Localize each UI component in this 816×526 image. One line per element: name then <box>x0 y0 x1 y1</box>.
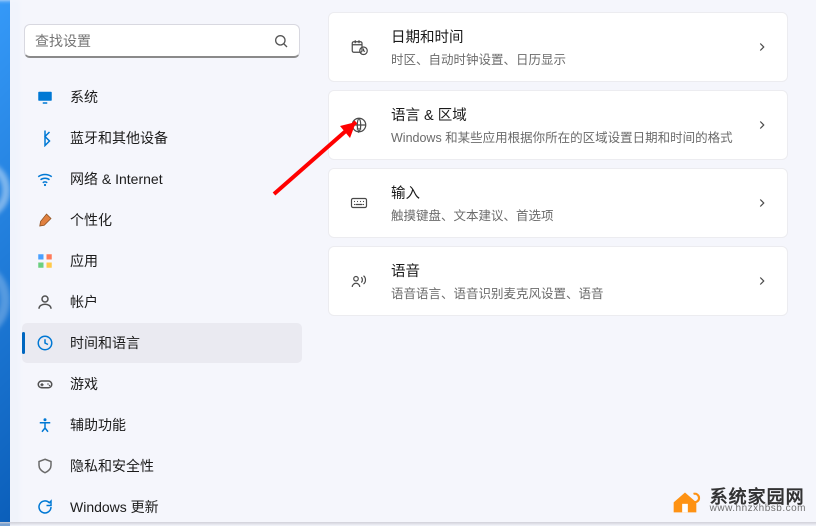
keyboard-icon <box>347 191 371 215</box>
sidebar-item-network[interactable]: 网络 & Internet <box>22 159 302 199</box>
account-icon <box>36 293 54 311</box>
watermark: 系统家园网 www.hnzxhbsb.com <box>668 484 806 518</box>
window-shadow <box>0 522 816 526</box>
sidebar-item-privacy[interactable]: 隐私和安全性 <box>22 446 302 486</box>
system-icon <box>36 88 54 106</box>
sidebar-item-gaming[interactable]: 游戏 <box>22 364 302 404</box>
settings-card-datetime[interactable]: 日期和时间时区、自动时钟设置、日历显示 <box>328 12 788 82</box>
sidebar-item-accessibility[interactable]: 辅助功能 <box>22 405 302 445</box>
sidebar-item-label: 应用 <box>70 251 98 271</box>
wifi-icon <box>36 170 54 188</box>
accessibility-icon <box>36 416 54 434</box>
card-text: 语言 & 区域 Windows 和某些应用根据你所在的区域设置日期和时间的格式 <box>391 104 755 146</box>
chevron-right-icon <box>755 40 769 54</box>
sidebar-item-apps[interactable]: 应用 <box>22 241 302 281</box>
chevron-right-icon <box>755 118 769 132</box>
sidebar-item-personalization[interactable]: 个性化 <box>22 200 302 240</box>
chevron-right-icon <box>755 196 769 210</box>
card-text: 日期和时间时区、自动时钟设置、日历显示 <box>391 26 755 68</box>
card-subtitle: Windows 和某些应用根据你所在的区域设置日期和时间的格式 <box>391 127 755 146</box>
settings-card-language-region[interactable]: 字语言 & 区域 Windows 和某些应用根据你所在的区域设置日期和时间的格式 <box>328 90 788 160</box>
settings-window: 系统蓝牙和其他设备网络 & Internet 个性化应用帐户时间和语言游戏辅助功能… <box>10 0 816 526</box>
brush-icon <box>36 211 54 229</box>
main-panel: 日期和时间时区、自动时钟设置、日历显示字语言 & 区域 Windows 和某些应用… <box>310 0 816 526</box>
card-subtitle: 时区、自动时钟设置、日历显示 <box>391 49 755 68</box>
sidebar-item-label: 游戏 <box>70 374 98 394</box>
sidebar-item-label: 辅助功能 <box>70 415 126 435</box>
sidebar-item-label: 隐私和安全性 <box>70 456 154 476</box>
apps-icon <box>36 252 54 270</box>
sidebar-item-label: 个性化 <box>70 210 112 230</box>
sidebar-item-label: 蓝牙和其他设备 <box>70 128 168 148</box>
card-title: 语音 <box>391 260 755 281</box>
update-icon <box>36 498 54 516</box>
sidebar-item-system[interactable]: 系统 <box>22 77 302 117</box>
card-title: 日期和时间 <box>391 26 755 47</box>
sidebar-item-label: 帐户 <box>70 292 98 312</box>
sidebar-item-label: 时间和语言 <box>70 333 140 353</box>
profile-row <box>26 10 298 16</box>
speech-icon <box>347 269 371 293</box>
sidebar-item-label: Windows 更新 <box>70 497 159 516</box>
chevron-right-icon <box>755 274 769 288</box>
card-text: 输入触摸键盘、文本建议、首选项 <box>391 182 755 224</box>
card-title: 输入 <box>391 182 755 203</box>
settings-card-typing[interactable]: 输入触摸键盘、文本建议、首选项 <box>328 168 788 238</box>
search-box[interactable] <box>24 24 300 58</box>
card-title: 语言 & 区域 <box>391 104 755 125</box>
shield-icon <box>36 457 54 475</box>
sidebar-item-bluetooth[interactable]: 蓝牙和其他设备 <box>22 118 302 158</box>
sidebar-item-time[interactable]: 时间和语言 <box>22 323 302 363</box>
sidebar-item-accounts[interactable]: 帐户 <box>22 282 302 322</box>
sidebar: 系统蓝牙和其他设备网络 & Internet 个性化应用帐户时间和语言游戏辅助功能… <box>10 0 310 526</box>
sidebar-item-label: 网络 & Internet <box>70 169 163 189</box>
search-input[interactable] <box>35 33 273 49</box>
globe-lang-icon: 字 <box>347 113 371 137</box>
card-subtitle: 触摸键盘、文本建议、首选项 <box>391 205 755 224</box>
calendar-clock-icon <box>347 35 371 59</box>
house-icon <box>668 484 702 518</box>
settings-card-speech[interactable]: 语音语音语言、语音识别麦克风设置、语音 <box>328 246 788 316</box>
nav-list: 系统蓝牙和其他设备网络 & Internet 个性化应用帐户时间和语言游戏辅助功能… <box>20 76 304 516</box>
search-icon <box>273 33 289 49</box>
card-text: 语音语音语言、语音识别麦克风设置、语音 <box>391 260 755 302</box>
gamepad-icon <box>36 375 54 393</box>
sidebar-item-update[interactable]: Windows 更新 <box>22 487 302 516</box>
sidebar-item-label: 系统 <box>70 87 98 107</box>
watermark-url: www.hnzxhbsb.com <box>710 504 806 514</box>
card-subtitle: 语音语言、语音识别麦克风设置、语音 <box>391 283 755 302</box>
bluetooth-icon <box>36 129 54 147</box>
clock-icon <box>36 334 54 352</box>
